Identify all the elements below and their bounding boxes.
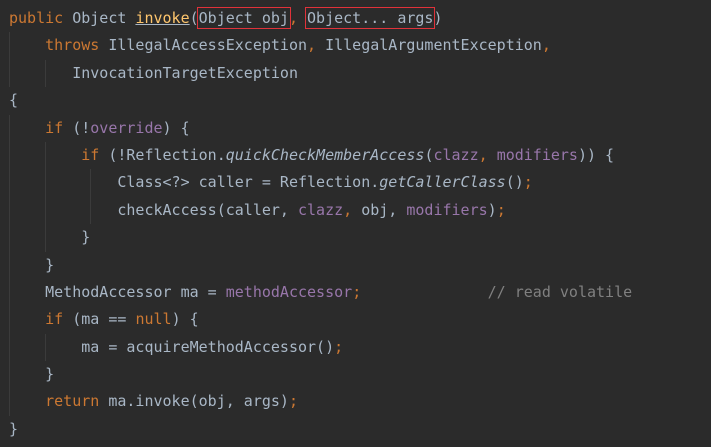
- field-override: override: [90, 118, 163, 137]
- code-line-13: ma = acquireMethodAccessor();: [0, 333, 711, 362]
- code-line-15: return ma.invoke(obj, args);: [0, 388, 711, 416]
- check-access-call: checkAccess(caller,: [117, 200, 289, 219]
- code-line-10: }: [0, 251, 711, 279]
- keyword-throws: throws: [45, 36, 100, 55]
- keyword-return: return: [45, 392, 100, 411]
- indent-guide: [9, 141, 10, 170]
- indent-guide: [45, 196, 46, 225]
- code-line-5: if (!override) {: [0, 114, 711, 142]
- method-name-invoke: invoke: [135, 9, 190, 27]
- comma: ,: [478, 145, 488, 164]
- paren-not: (!: [72, 118, 91, 137]
- reflection-prefix: (!Reflection.: [108, 145, 226, 164]
- indent-guide: [90, 169, 91, 197]
- indent-guide: [9, 306, 10, 334]
- indent-guide: [45, 224, 46, 252]
- parens: (): [505, 173, 524, 192]
- indent-guide: [9, 32, 10, 60]
- indent-guide: [9, 114, 10, 142]
- param-args-highlight: Object... args: [305, 7, 436, 29]
- keyword-null: null: [135, 310, 172, 329]
- code-line-2: throws IllegalAccessException, IllegalAr…: [0, 32, 711, 60]
- keyword-if: if: [45, 118, 64, 137]
- keyword-if: if: [81, 145, 100, 164]
- code-line-6: if (!Reflection.quickCheckMemberAccess(c…: [0, 141, 711, 170]
- semicolon: ;: [288, 392, 298, 411]
- indent-guide: [9, 278, 10, 307]
- brace-close: }: [45, 255, 55, 274]
- paren-brace: )) {: [577, 145, 615, 164]
- comment-read-volatile: // read volatile: [487, 282, 633, 301]
- indent-guide: [9, 333, 10, 362]
- indent-guide: [45, 141, 46, 170]
- param-obj-highlight: Object obj: [196, 7, 291, 29]
- code-line-16: }: [0, 416, 711, 443]
- comma: ,: [541, 36, 551, 55]
- semicolon: ;: [523, 173, 533, 192]
- indent-guide: [45, 169, 46, 197]
- indent-guide: [45, 333, 46, 362]
- code-editor[interactable]: public Object invoke(Object obj, Object.…: [0, 0, 711, 447]
- code-line-12: if (ma == null) {: [0, 306, 711, 334]
- indent-guide: [9, 361, 10, 389]
- code-line-8: checkAccess(caller, clazz, obj, modifier…: [0, 196, 711, 225]
- condition: (ma ==: [72, 310, 136, 329]
- brace-close: }: [81, 228, 91, 247]
- code-line-7: Class<?> caller = Reflection.getCallerCl…: [0, 169, 711, 197]
- paren-open: (: [189, 9, 199, 27]
- indent-guide: [9, 388, 10, 416]
- indent-guide: [9, 196, 10, 225]
- comma: ,: [288, 9, 298, 27]
- exception-illegal-argument: IllegalArgumentException: [325, 36, 542, 55]
- semicolon: ;: [334, 337, 344, 356]
- indent-guide: [9, 224, 10, 252]
- indent-guide: [9, 169, 10, 197]
- code-line-9: }: [0, 224, 711, 252]
- semicolon: ;: [496, 200, 506, 219]
- arg-obj: obj,: [361, 200, 398, 219]
- field-clazz: clazz: [433, 145, 479, 164]
- brace-open: {: [9, 91, 19, 110]
- caller-declaration: Class<?> caller = Reflection.: [117, 173, 380, 192]
- return-type: Object: [72, 9, 127, 27]
- acquire-method-accessor-call: ma = acquireMethodAccessor(): [81, 337, 335, 356]
- semicolon: ;: [352, 282, 362, 301]
- paren-close: ): [487, 200, 497, 219]
- paren-brace: ) {: [171, 310, 199, 329]
- invoke-expression: ma.invoke(obj, args): [108, 392, 289, 411]
- field-method-accessor: methodAccessor: [225, 282, 353, 301]
- code-line-4: {: [0, 87, 711, 114]
- code-line-14: }: [0, 361, 711, 389]
- comma: ,: [343, 200, 353, 219]
- exception-invocation-target: InvocationTargetException: [72, 63, 298, 82]
- indent-guide: [9, 59, 10, 88]
- keyword-public: public: [9, 9, 64, 27]
- field-clazz: clazz: [298, 200, 344, 219]
- indent-guide: [45, 59, 46, 88]
- paren-brace: ) {: [162, 118, 190, 137]
- field-modifiers: modifiers: [406, 200, 488, 219]
- indent-guide: [9, 251, 10, 279]
- method-quick-check-member-access: quickCheckMemberAccess: [225, 145, 425, 164]
- method-get-caller-class: getCallerClass: [379, 173, 506, 192]
- code-line-11: MethodAccessor ma = methodAccessor; // r…: [0, 278, 711, 307]
- paren-close: ): [433, 9, 443, 27]
- code-line-3: InvocationTargetException: [0, 59, 711, 88]
- field-modifiers: modifiers: [496, 145, 578, 164]
- keyword-if: if: [45, 310, 64, 329]
- indent-guide: [90, 196, 91, 225]
- method-accessor-declaration: MethodAccessor ma =: [45, 282, 226, 301]
- brace-close: }: [9, 419, 19, 438]
- comma: ,: [307, 36, 317, 55]
- code-line-1: public Object invoke(Object obj, Object.…: [0, 5, 711, 32]
- brace-close: }: [45, 365, 55, 384]
- exception-illegal-access: IllegalAccessException: [108, 36, 308, 55]
